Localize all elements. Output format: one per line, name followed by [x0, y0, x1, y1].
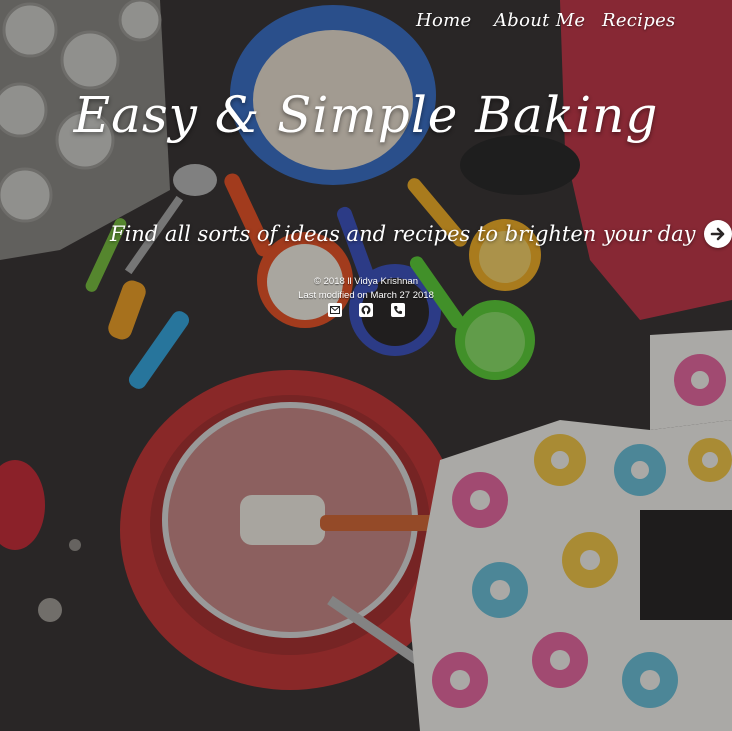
arrow-right-circle-icon[interactable] — [703, 220, 732, 248]
social-icons — [326, 303, 410, 319]
nav-home[interactable]: Home — [416, 10, 471, 31]
top-nav: Home About Me Recipes — [400, 10, 700, 40]
copyright-text: © 2018 ll Vidya Krishnan — [314, 276, 418, 287]
nav-recipes[interactable]: Recipes — [602, 10, 676, 31]
tagline-row: Find all sorts of ideas and recipes to b… — [110, 217, 732, 251]
email-icon[interactable] — [328, 303, 342, 317]
github-icon[interactable] — [359, 303, 373, 317]
last-modified-text: Last modified on March 27 2018 — [298, 290, 434, 301]
page-title: Easy & Simple Baking — [73, 86, 659, 144]
nav-about-me[interactable]: About Me — [494, 10, 585, 31]
phone-icon[interactable] — [391, 303, 405, 317]
tagline-text: Find all sorts of ideas and recipes to b… — [110, 222, 696, 246]
